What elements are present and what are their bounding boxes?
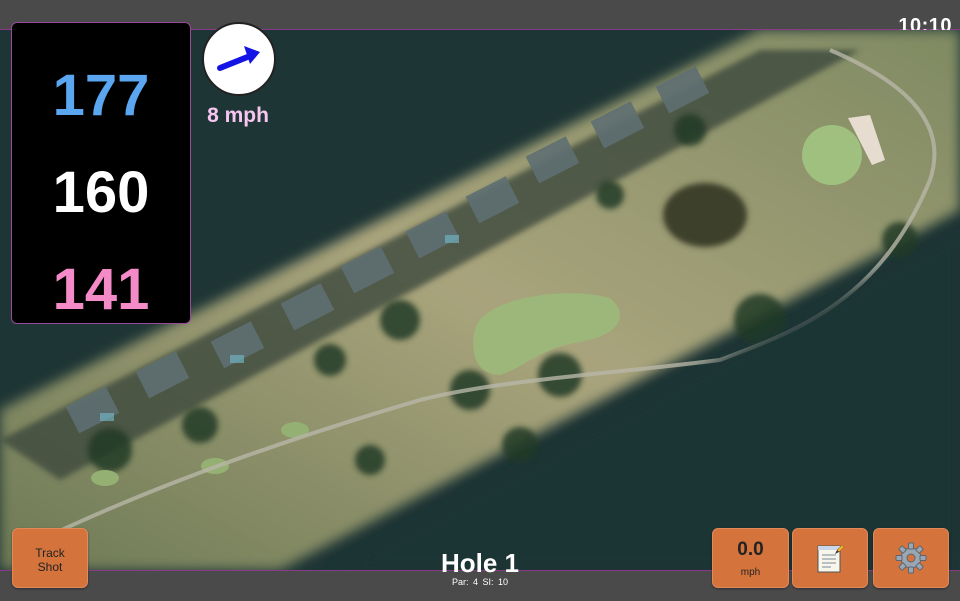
track-shot-label: Track Shot xyxy=(35,546,65,574)
wind-arrow-icon xyxy=(217,46,260,71)
hole-title: Hole 1 xyxy=(440,548,520,578)
speed-unit: mph xyxy=(740,567,761,578)
notes-button[interactable] xyxy=(792,528,868,588)
yardage-panel: 177 160 141 xyxy=(11,22,191,324)
wind-speed: 8 mph xyxy=(207,104,269,127)
track-shot-button[interactable]: Track Shot xyxy=(12,528,88,588)
wind-indicator xyxy=(202,22,276,96)
shot-speed-button[interactable]: 0.0 mph xyxy=(712,528,789,588)
gear-icon xyxy=(895,542,927,574)
middle-yardage: 160 xyxy=(52,160,150,225)
hole-par-si: Par: 4 SI: 10 xyxy=(451,577,509,587)
front-yardage: 141 xyxy=(52,257,150,322)
speed-value: 0.0 xyxy=(737,539,764,560)
settings-button[interactable] xyxy=(873,528,949,588)
notepad-icon xyxy=(817,544,845,573)
back-yardage: 177 xyxy=(52,63,150,128)
